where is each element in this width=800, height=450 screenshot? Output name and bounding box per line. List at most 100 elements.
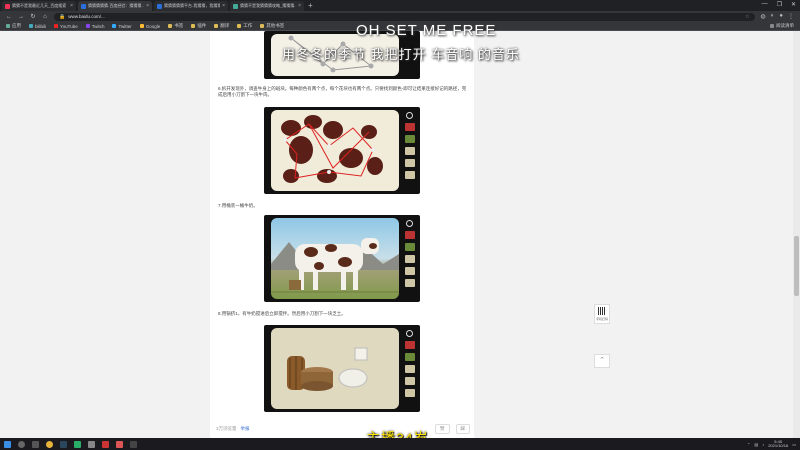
notification-icon[interactable]: ▭ xyxy=(792,442,796,447)
inventory-item xyxy=(404,255,415,263)
taskview-icon[interactable] xyxy=(32,440,39,448)
reload-icon[interactable]: ↻ xyxy=(30,13,36,20)
minimize-icon[interactable]: — xyxy=(762,1,768,8)
forward-icon[interactable]: → xyxy=(18,14,24,20)
report-link[interactable]: 举报 xyxy=(241,426,250,432)
inventory-item xyxy=(404,135,415,143)
inventory-item xyxy=(404,341,415,349)
inventory-item xyxy=(404,353,415,361)
clock-date: 2021/10/16 xyxy=(768,443,789,448)
bookmark-item[interactable]: 其他书签 xyxy=(260,23,284,29)
close-window-icon[interactable]: ✕ xyxy=(791,1,796,8)
close-icon[interactable]: × xyxy=(146,3,149,9)
app-icon[interactable] xyxy=(88,440,95,448)
extension-icon[interactable]: ◐ xyxy=(771,13,775,20)
browser-tab[interactable]: 猜猜猜猜猜平台-我猜猜，我猜猜猜 × xyxy=(154,1,228,11)
menu-icon[interactable]: ⋮ xyxy=(788,13,794,20)
profile-icon[interactable]: ● xyxy=(779,13,783,20)
article-footer: 3万浏览量 举报 赞 踩 xyxy=(216,423,470,434)
inventory-item xyxy=(404,147,415,155)
tab-strip: 猜猜不是我最近几天_百度搜索 × 猜猜猜猜猜-百度经验：猜猜猜... × 猜猜猜猜猜… xyxy=(0,0,800,11)
maximize-icon[interactable]: ❐ xyxy=(777,1,782,8)
dislike-button[interactable]: 踩 xyxy=(455,423,470,434)
app-icon[interactable] xyxy=(102,440,109,448)
back-icon[interactable]: ← xyxy=(6,14,12,20)
gear-icon xyxy=(406,330,413,337)
bookmark-label: Twitter xyxy=(118,23,132,29)
address-bar[interactable]: 🔒 ☆ xyxy=(54,12,755,21)
close-icon[interactable]: × xyxy=(70,3,73,9)
screenshot-canvas xyxy=(271,328,399,409)
tray-icon[interactable]: ⌃ xyxy=(747,442,750,447)
overlay-song-title: OH SET ME FREE xyxy=(356,22,497,39)
browser-tab[interactable]: 猜猜不是我猜猜猜攻略_猜猜猜... × xyxy=(230,1,304,11)
node-dot xyxy=(330,67,336,73)
bilibili-icon xyxy=(29,24,33,28)
bookmark-label: 翻译 xyxy=(220,23,230,28)
app-icon[interactable] xyxy=(130,440,137,448)
home-icon[interactable]: ⌂ xyxy=(42,14,48,20)
new-tab-button[interactable]: + xyxy=(308,1,313,11)
inventory-item xyxy=(404,279,415,287)
bookmark-item[interactable]: 书签 xyxy=(168,23,183,29)
twitter-icon xyxy=(112,24,117,28)
bookmark-item[interactable]: 工作 xyxy=(237,23,252,29)
reading-list[interactable]: 阅读清单 xyxy=(770,23,794,29)
network-icon[interactable]: ▤ xyxy=(754,442,758,447)
game-screenshot-2 xyxy=(264,107,420,194)
google-icon xyxy=(139,24,144,28)
footer-actions: 赞 踩 xyxy=(435,423,470,434)
back-to-top-button[interactable]: ⌃ xyxy=(594,354,610,368)
clock[interactable]: 5:45 2021/10/16 xyxy=(768,439,789,449)
cow-spots-puzzle xyxy=(281,115,383,183)
url-input[interactable] xyxy=(68,14,743,19)
bookmark-label: 应用 xyxy=(12,23,21,28)
barrel-cheese-scene xyxy=(287,347,368,391)
bookmark-item[interactable]: Twitch xyxy=(85,23,105,29)
like-button[interactable]: 赞 xyxy=(435,423,450,434)
view-count: 3万浏览量 xyxy=(216,425,237,431)
tab-favicon xyxy=(5,3,10,9)
bookmark-item[interactable]: 翻译 xyxy=(214,23,229,29)
game-screenshot-4 xyxy=(264,325,420,412)
extension-icons: ◍ ◐ ● ⋮ xyxy=(761,13,795,20)
bookmark-item[interactable]: 插件 xyxy=(191,23,206,29)
volume-icon[interactable]: ♪ xyxy=(762,442,764,447)
browser-tab[interactable]: 猜猜不是我最近几天_百度搜索 × xyxy=(2,1,76,11)
bookmark-item[interactable]: 应用 xyxy=(6,23,21,29)
windows-start-icon[interactable] xyxy=(4,440,11,448)
page-scrollbar[interactable] xyxy=(793,31,800,438)
screenshot-canvas xyxy=(271,218,399,299)
bookmark-item[interactable]: YouTube xyxy=(54,24,78,29)
gear-icon xyxy=(406,220,413,227)
tab-favicon xyxy=(233,3,238,9)
screenshot-canvas xyxy=(271,110,399,191)
tab-title: 猜猜不是我猜猜猜攻略_猜猜猜... xyxy=(240,3,297,8)
apps-icon xyxy=(6,24,10,28)
bookmark-label: Twitch xyxy=(91,23,105,29)
tab-favicon xyxy=(81,3,86,9)
twitch-icon xyxy=(85,24,90,28)
bookmark-item[interactable]: Google xyxy=(139,24,160,29)
bookmark-item[interactable]: Twitter xyxy=(112,23,132,29)
window-controls: — ❐ ✕ xyxy=(762,1,796,8)
close-icon[interactable]: × xyxy=(298,3,301,9)
inventory-item xyxy=(404,123,415,131)
extension-icon[interactable]: ◍ xyxy=(761,13,766,20)
star-icon[interactable]: ☆ xyxy=(745,14,749,20)
bookmark-item[interactable]: bilibili xyxy=(29,24,46,29)
node-dot xyxy=(288,35,294,41)
scrollbar-thumb[interactable] xyxy=(794,236,799,296)
reading-list-icon xyxy=(770,24,774,28)
search-icon[interactable] xyxy=(18,440,25,448)
close-icon[interactable]: × xyxy=(222,3,225,9)
steam-icon[interactable] xyxy=(60,440,67,448)
step-6-text: 6.拆开发现外，调查牛身上的斑块。每种颜色有两个点，每个花块也有两个点。只要找到… xyxy=(218,86,467,97)
browser-tab-active[interactable]: 猜猜猜猜猜-百度经验：猜猜猜... × xyxy=(78,1,152,11)
bookmark-label: YouTube xyxy=(60,23,78,29)
node-dot xyxy=(368,63,374,69)
qr-widget[interactable]: 手机扫码 xyxy=(594,304,610,324)
wechat-icon[interactable] xyxy=(74,440,81,448)
app-icon[interactable] xyxy=(116,440,123,448)
chrome-icon[interactable] xyxy=(46,440,53,448)
